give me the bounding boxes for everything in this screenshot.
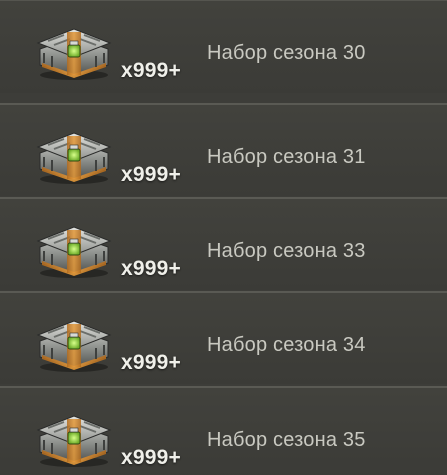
item-name: Набор сезона 31 [207,146,366,168]
list-item[interactable]: x999+ Набор сезона 31 [0,103,447,196]
chest-icon [34,23,112,81]
list-item[interactable]: x999+ Набор сезона 34 [0,291,447,384]
list-item[interactable]: x999+ Набор сезона 35 [0,386,447,475]
chest-icon [34,221,112,279]
item-quantity: x999+ [121,59,181,82]
item-name: Набор сезона 30 [207,42,366,64]
item-list: x999+ Набор сезона 30 x999+ Набор сезона… [0,0,447,475]
item-quantity: x999+ [121,257,181,280]
chest-icon [34,315,112,373]
item-quantity: x999+ [121,351,181,374]
item-name: Набор сезона 34 [207,334,366,356]
chest-icon [34,127,112,185]
chest-icon [34,410,112,468]
item-quantity: x999+ [121,446,181,469]
list-item[interactable]: x999+ Набор сезона 33 [0,197,447,290]
item-quantity: x999+ [121,163,181,186]
item-name: Набор сезона 35 [207,429,366,451]
item-name: Набор сезона 33 [207,240,366,262]
list-item[interactable]: x999+ Набор сезона 30 [0,0,447,93]
